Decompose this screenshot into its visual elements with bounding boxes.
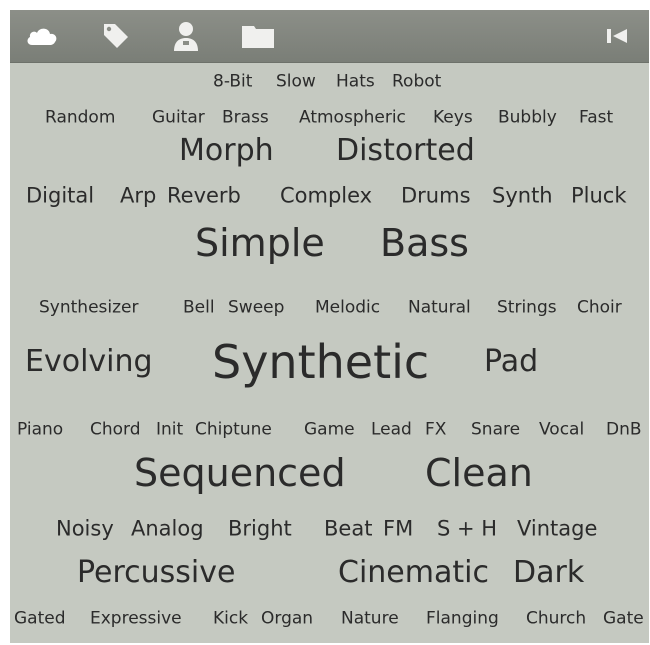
tag-lead[interactable]: Lead: [371, 421, 412, 439]
tag-dnb[interactable]: DnB: [606, 421, 642, 439]
tag-strings[interactable]: Strings: [497, 299, 557, 317]
tag-clean[interactable]: Clean: [425, 454, 533, 492]
tag-keys[interactable]: Keys: [433, 109, 473, 127]
tag-sweep[interactable]: Sweep: [228, 299, 284, 317]
tag-synthesizer[interactable]: Synthesizer: [39, 299, 138, 317]
tag-fm[interactable]: FM: [383, 518, 413, 540]
tag-synth[interactable]: Synth: [492, 185, 553, 207]
tag-vocal[interactable]: Vocal: [539, 421, 584, 439]
tag-expressive[interactable]: Expressive: [90, 610, 182, 628]
tag-brass[interactable]: Brass: [222, 109, 269, 127]
tag-browser-panel: 8-Bit Slow Hats Robot Random Guitar Bras…: [10, 10, 649, 643]
tag-bass[interactable]: Bass: [380, 224, 469, 262]
tag-vintage[interactable]: Vintage: [517, 518, 597, 540]
user-icon[interactable]: [166, 18, 206, 54]
tag-choir[interactable]: Choir: [577, 299, 622, 317]
tag-simple[interactable]: Simple: [195, 224, 325, 262]
tag-game[interactable]: Game: [304, 421, 355, 439]
tag-analog[interactable]: Analog: [131, 518, 204, 540]
tag-synthetic[interactable]: Synthetic: [212, 339, 429, 385]
tag-robot[interactable]: Robot: [392, 73, 441, 91]
tag-noisy[interactable]: Noisy: [56, 518, 114, 540]
tag-gated[interactable]: Gated: [14, 610, 66, 628]
cloud-icon[interactable]: [22, 18, 62, 54]
tag-bell[interactable]: Bell: [183, 299, 215, 317]
tag-fx[interactable]: FX: [425, 421, 446, 439]
tag-sequenced[interactable]: Sequenced: [134, 454, 346, 492]
tag-flanging[interactable]: Flanging: [426, 610, 499, 628]
tag-bubbly[interactable]: Bubbly: [498, 109, 557, 127]
tag-evolving[interactable]: Evolving: [25, 347, 153, 377]
tag-gate[interactable]: Gate: [603, 610, 644, 628]
tag-snare[interactable]: Snare: [471, 421, 520, 439]
tag-organ[interactable]: Organ: [261, 610, 313, 628]
tag-nature[interactable]: Nature: [341, 610, 399, 628]
tag-s-h[interactable]: S + H: [437, 518, 497, 540]
tag-piano[interactable]: Piano: [17, 421, 63, 439]
tag-reverb[interactable]: Reverb: [167, 185, 241, 207]
tag-melodic[interactable]: Melodic: [315, 299, 380, 317]
tag-percussive[interactable]: Percussive: [77, 558, 235, 588]
tag-morph[interactable]: Morph: [179, 136, 274, 166]
tag-drums[interactable]: Drums: [401, 185, 471, 207]
tag-slow[interactable]: Slow: [276, 73, 316, 91]
skip-back-icon[interactable]: [599, 18, 635, 54]
tag-init[interactable]: Init: [156, 421, 183, 439]
tag-digital[interactable]: Digital: [26, 185, 94, 207]
tag-church[interactable]: Church: [526, 610, 586, 628]
tag-hats[interactable]: Hats: [336, 73, 375, 91]
tag-bright[interactable]: Bright: [228, 518, 292, 540]
tag-random[interactable]: Random: [45, 109, 115, 127]
tag-complex[interactable]: Complex: [280, 185, 372, 207]
tag-dark[interactable]: Dark: [513, 558, 584, 588]
tag-icon[interactable]: [96, 18, 136, 54]
tag-arp[interactable]: Arp: [120, 185, 156, 207]
tag-cinematic[interactable]: Cinematic: [338, 558, 489, 588]
tag-fast[interactable]: Fast: [579, 109, 613, 127]
tag-beat[interactable]: Beat: [324, 518, 372, 540]
tag-pluck[interactable]: Pluck: [571, 185, 627, 207]
tag-pad[interactable]: Pad: [484, 347, 538, 377]
folder-icon[interactable]: [236, 18, 280, 54]
tag-chord[interactable]: Chord: [90, 421, 141, 439]
tag-chiptune[interactable]: Chiptune: [195, 421, 272, 439]
tag-kick[interactable]: Kick: [213, 610, 248, 628]
tag-distorted[interactable]: Distorted: [336, 136, 475, 166]
toolbar: [10, 10, 649, 63]
tag-atmospheric[interactable]: Atmospheric: [299, 109, 406, 127]
tag-8-bit[interactable]: 8-Bit: [213, 73, 252, 91]
tag-guitar[interactable]: Guitar: [152, 109, 205, 127]
tag-natural[interactable]: Natural: [408, 299, 471, 317]
